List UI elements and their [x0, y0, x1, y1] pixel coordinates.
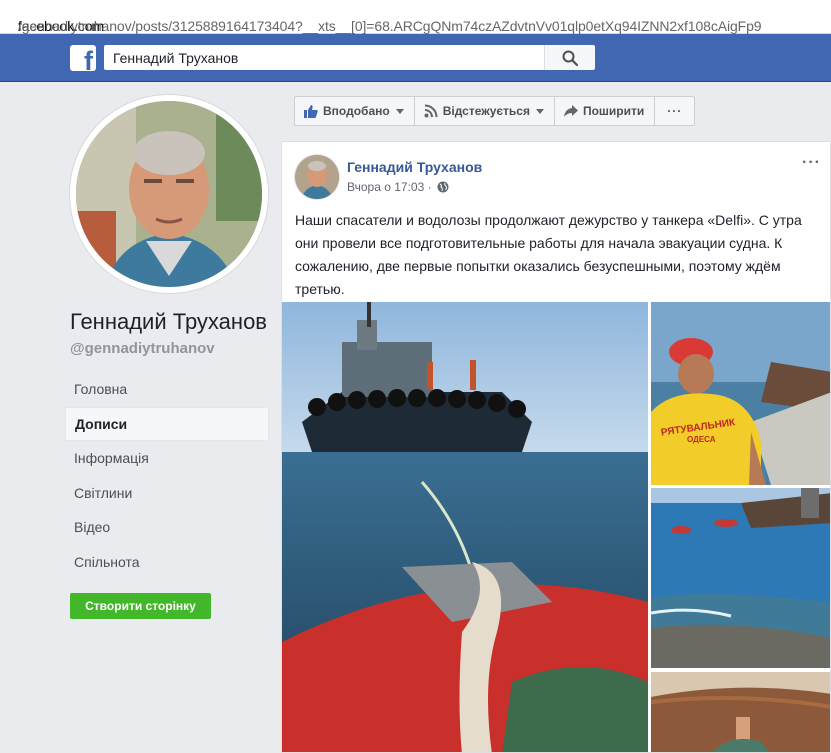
share-label: Поширити: [582, 104, 645, 118]
chevron-down-icon: [535, 108, 544, 114]
page-navigation: Головна Дописи Інформація Світлини Відео…: [64, 372, 269, 579]
liked-button[interactable]: Вподобано: [294, 96, 415, 126]
post-photo-main[interactable]: [282, 302, 648, 752]
browser-url-bar[interactable]: facebook.com/gennadiytruhanov/posts/3125…: [0, 0, 831, 34]
nav-item-photos[interactable]: Світлини: [64, 476, 269, 511]
chevron-down-icon: [395, 108, 404, 114]
more-options-button[interactable]: ···: [654, 96, 696, 126]
following-button[interactable]: Відстежується: [413, 96, 555, 126]
search-input[interactable]: Геннадий Труханов: [104, 45, 544, 70]
post-meta: Вчора о 17:03 ·: [347, 180, 449, 194]
shirt-text-2: ОДЕСА: [687, 435, 716, 444]
post-timestamp[interactable]: Вчора о 17:03 ·: [347, 180, 432, 194]
post-photo-lifeguard[interactable]: РЯТУВАЛЬНИК ОДЕСА: [651, 302, 830, 485]
facebook-top-bar: f Геннадий Труханов: [0, 34, 831, 82]
nav-item-community[interactable]: Спільнота: [64, 545, 269, 580]
profile-picture[interactable]: [70, 95, 268, 293]
post-options-button[interactable]: ···: [802, 154, 821, 172]
search-icon: [562, 50, 578, 66]
search-input-value: Геннадий Труханов: [113, 50, 239, 66]
page-name[interactable]: Геннадий Труханов: [70, 309, 267, 335]
create-page-button[interactable]: Створити сторінку: [70, 593, 211, 619]
nav-item-about[interactable]: Інформація: [64, 441, 269, 476]
thumbs-up-icon: [304, 105, 318, 118]
more-icon: ···: [667, 104, 683, 118]
page-action-bar: Вподобано Відстежується Поширити ···: [294, 96, 696, 126]
nav-item-posts[interactable]: Дописи: [64, 406, 269, 441]
post-photo-rescuer-hull[interactable]: [651, 672, 830, 752]
search-button[interactable]: [544, 45, 595, 70]
url-path: /gennadiytruhanov/posts/3125889164173404…: [18, 18, 762, 34]
globe-icon: [437, 181, 449, 193]
following-label: Відстежується: [442, 104, 530, 118]
post-text: Наши спасатели и водолозы продолжают деж…: [295, 212, 802, 297]
profile-photo: [76, 101, 262, 287]
page-handle[interactable]: @gennadiytruhanov: [70, 340, 215, 357]
nav-item-home[interactable]: Головна: [64, 372, 269, 407]
share-arrow-icon: [563, 105, 578, 117]
facebook-logo-icon[interactable]: f: [70, 45, 96, 71]
post-author-avatar[interactable]: [295, 155, 339, 199]
liked-label: Вподобано: [323, 104, 390, 118]
post-photo-tanker-shore[interactable]: [651, 488, 830, 668]
post-author-name[interactable]: Геннадий Труханов: [347, 159, 482, 175]
nav-item-videos[interactable]: Відео: [64, 510, 269, 545]
rss-icon: [424, 104, 438, 118]
share-button[interactable]: Поширити: [553, 96, 656, 126]
post-card: Геннадий Труханов Вчора о 17:03 · ··· На…: [281, 141, 831, 753]
